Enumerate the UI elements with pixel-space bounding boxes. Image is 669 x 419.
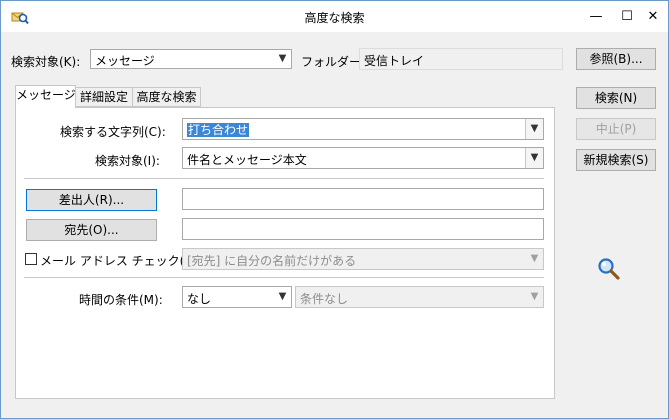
search-text-value: 打ち合わせ xyxy=(187,123,250,137)
search-in-value: 件名とメッセージ本文 xyxy=(187,153,307,167)
time-condition-value: 条件なし xyxy=(300,292,349,306)
search-text-combo[interactable]: 打ち合わせ ▼ xyxy=(182,118,544,140)
search-text-label: 検索する文字列(C): xyxy=(60,125,166,139)
look-for-value: メッセージ xyxy=(95,54,155,68)
address-check-label: メール アドレス チェック(W): xyxy=(40,254,205,268)
new-search-button[interactable]: 新規検索(S) xyxy=(576,149,656,171)
title-bar: 高度な検索 — ☐ ✕ xyxy=(1,1,668,32)
search-in-dropdown[interactable]: 件名とメッセージ本文 ▼ xyxy=(182,147,544,169)
look-for-label: 検索対象(K): xyxy=(11,55,81,69)
folder-field: 受信トレイ xyxy=(359,48,563,70)
divider xyxy=(24,178,544,179)
chevron-down-icon: ▼ xyxy=(278,53,287,64)
tab-more-choices[interactable]: 詳細設定 xyxy=(75,87,133,107)
address-check-value: [宛先] に自分の名前だけがある xyxy=(187,254,357,268)
chevron-down-icon: ▼ xyxy=(530,253,539,264)
find-now-button[interactable]: 検索(N) xyxy=(576,87,656,109)
divider xyxy=(24,277,544,278)
sent-to-button[interactable]: 宛先(O)... xyxy=(26,219,157,241)
search-in-label: 検索対象(I): xyxy=(95,154,160,168)
window-title: 高度な検索 xyxy=(304,11,365,25)
magnifier-icon xyxy=(598,258,620,280)
sent-to-field[interactable] xyxy=(182,218,544,240)
address-check-dropdown[interactable]: [宛先] に自分の名前だけがある ▼ xyxy=(182,248,544,270)
stop-button[interactable]: 中止(P) xyxy=(576,118,656,140)
advanced-find-window: 高度な検索 — ☐ ✕ 検索対象(K): メッセージ ▼ フォルダー: 受信トレ… xyxy=(0,0,669,419)
chevron-down-icon: ▼ xyxy=(278,291,287,302)
look-for-dropdown[interactable]: メッセージ ▼ xyxy=(90,49,292,69)
tab-messages[interactable]: メッセージ xyxy=(15,85,76,108)
address-check-checkbox[interactable] xyxy=(25,253,37,265)
time-condition-dropdown[interactable]: 条件なし ▼ xyxy=(295,286,544,308)
browse-button[interactable]: 参照(B)... xyxy=(576,48,656,70)
minimize-button[interactable]: — xyxy=(581,1,611,32)
chevron-down-icon: ▼ xyxy=(525,119,543,139)
time-value: なし xyxy=(187,292,212,306)
chevron-down-icon: ▼ xyxy=(530,291,539,302)
chevron-down-icon: ▼ xyxy=(525,148,543,168)
close-button[interactable]: ✕ xyxy=(638,1,668,32)
time-dropdown[interactable]: なし ▼ xyxy=(182,286,292,308)
time-label: 時間の条件(M): xyxy=(79,293,163,307)
folder-value: 受信トレイ xyxy=(364,54,425,68)
folder-label: フォルダー: xyxy=(301,55,366,69)
from-button[interactable]: 差出人(R)... xyxy=(26,189,157,211)
from-field[interactable] xyxy=(182,188,544,210)
tab-advanced[interactable]: 高度な検索 xyxy=(132,87,201,107)
